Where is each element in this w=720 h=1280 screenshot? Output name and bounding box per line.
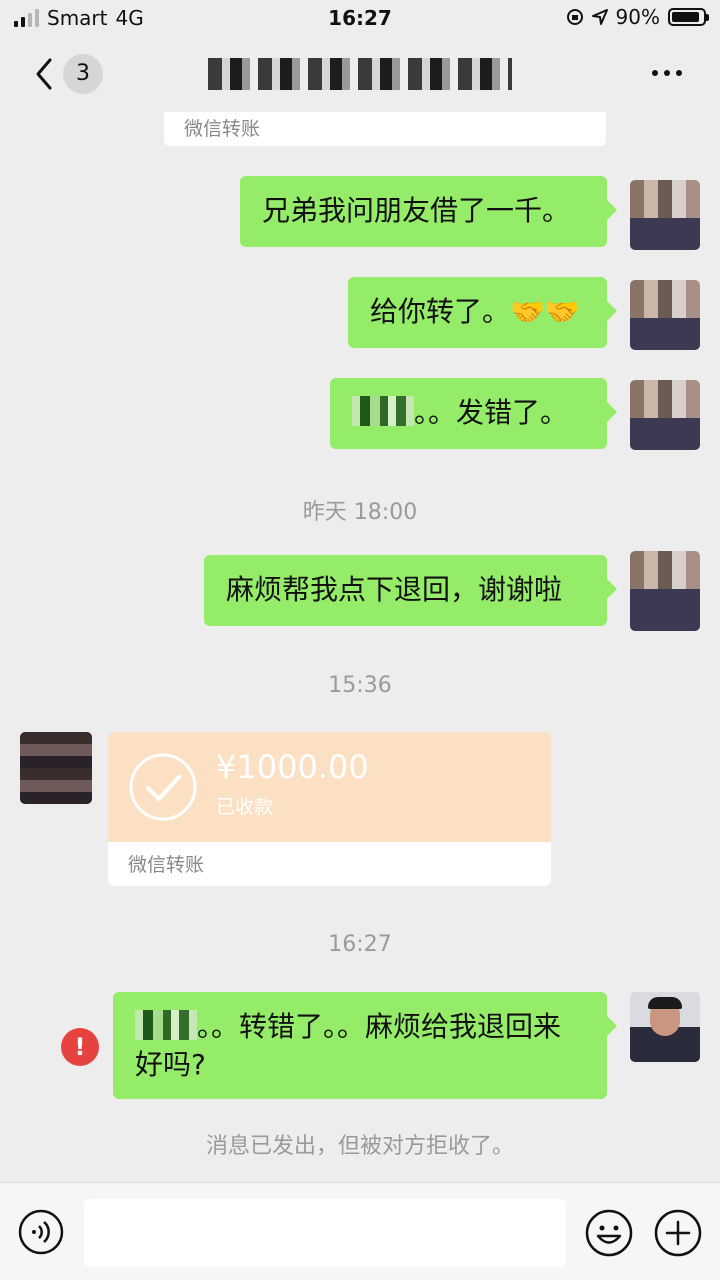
timestamp: 昨天 18:00	[302, 500, 418, 525]
rotation-lock-icon	[566, 9, 583, 25]
unread-count-badge[interactable]: 3	[63, 54, 103, 94]
message-input[interactable]	[84, 1199, 566, 1267]
add-attachment-icon[interactable]	[654, 1209, 702, 1257]
previous-transfer-card[interactable]: 微信转账	[164, 112, 606, 146]
rejected-notice: 消息已发出，但被对方拒收了。	[205, 1134, 514, 1159]
timestamp: 16:27	[328, 932, 392, 957]
my-avatar[interactable]	[630, 180, 700, 250]
transfer-card[interactable]: ¥1000.00 已收款 微信转账	[108, 732, 551, 886]
handshake-emoji-icon: 🤝🤝	[510, 295, 580, 328]
outgoing-message-bubble[interactable]: 。。转错了。。麻烦给我退回来好吗?	[113, 992, 617, 1099]
status-bar: Smart 4G 16:27 90%	[0, 0, 720, 36]
message-list[interactable]: 微信转账 兄弟我问朋友借了一千。 给你转了。🤝🤝 。。发错了。 昨天 18:00…	[0, 112, 720, 1182]
my-avatar[interactable]	[630, 551, 700, 631]
message-text: 。。发错了。	[414, 396, 569, 429]
outgoing-message-bubble[interactable]: 给你转了。🤝🤝	[348, 277, 617, 348]
transfer-amount: ¥1000.00	[216, 748, 369, 786]
send-failed-icon[interactable]: !	[61, 1028, 99, 1066]
transfer-label: 微信转账	[128, 854, 205, 876]
pixelated-text	[135, 1010, 197, 1040]
emoji-icon[interactable]	[585, 1209, 633, 1257]
check-circle-icon	[129, 753, 197, 821]
message-text: 麻烦帮我点下退回，谢谢啦	[226, 573, 563, 606]
my-avatar[interactable]	[630, 380, 700, 450]
outgoing-message-bubble[interactable]: 麻烦帮我点下退回，谢谢啦	[204, 555, 617, 626]
outgoing-message-bubble[interactable]: 兄弟我问朋友借了一千。	[240, 176, 617, 247]
transfer-card-header: ¥1000.00 已收款	[108, 732, 551, 842]
pixelated-text	[352, 396, 414, 426]
message-text: 。。转错了。。麻烦给我退回来好吗?	[135, 1010, 562, 1081]
voice-input-icon[interactable]	[18, 1209, 64, 1255]
transfer-label: 微信转账	[184, 118, 261, 140]
more-options-icon[interactable]	[652, 70, 682, 76]
location-icon	[591, 9, 608, 25]
timestamp: 15:36	[328, 673, 392, 698]
battery-level	[672, 12, 699, 22]
my-avatar[interactable]	[630, 992, 700, 1062]
my-avatar[interactable]	[630, 280, 700, 350]
input-bar	[0, 1182, 720, 1280]
back-chevron-icon[interactable]	[30, 56, 60, 92]
message-text: 兄弟我问朋友借了一千。	[262, 194, 571, 227]
status-right: 90%	[566, 5, 709, 29]
outgoing-message-bubble[interactable]: 。。发错了。	[330, 378, 617, 449]
chat-header: 3	[0, 36, 720, 112]
battery-percent: 90%	[615, 5, 660, 29]
transfer-status: 已收款	[216, 796, 274, 818]
contact-avatar[interactable]	[20, 732, 92, 804]
chat-title-pixelated	[208, 58, 512, 90]
battery-icon	[668, 8, 709, 26]
message-text: 给你转了。	[370, 295, 511, 328]
